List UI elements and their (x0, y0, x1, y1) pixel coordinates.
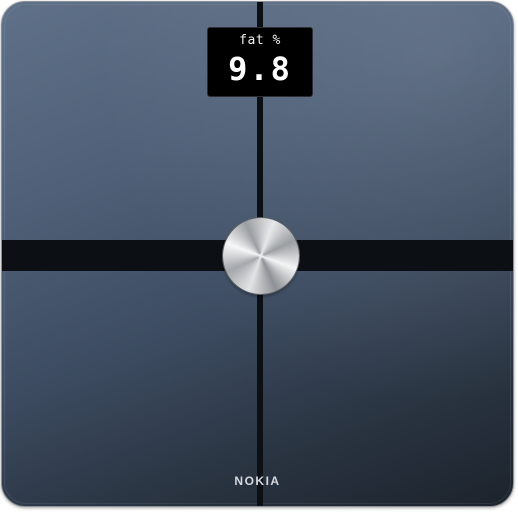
brand-logo: NOKIA (234, 474, 281, 488)
display-label: fat % (239, 33, 281, 48)
product-image: fat % 9.8 NOKIA (0, 0, 518, 512)
smart-scale: fat % 9.8 NOKIA (1, 1, 514, 507)
display-value: 9.8 (228, 50, 292, 88)
center-metal-disc (223, 218, 299, 294)
lcd-display: fat % 9.8 (207, 27, 313, 97)
